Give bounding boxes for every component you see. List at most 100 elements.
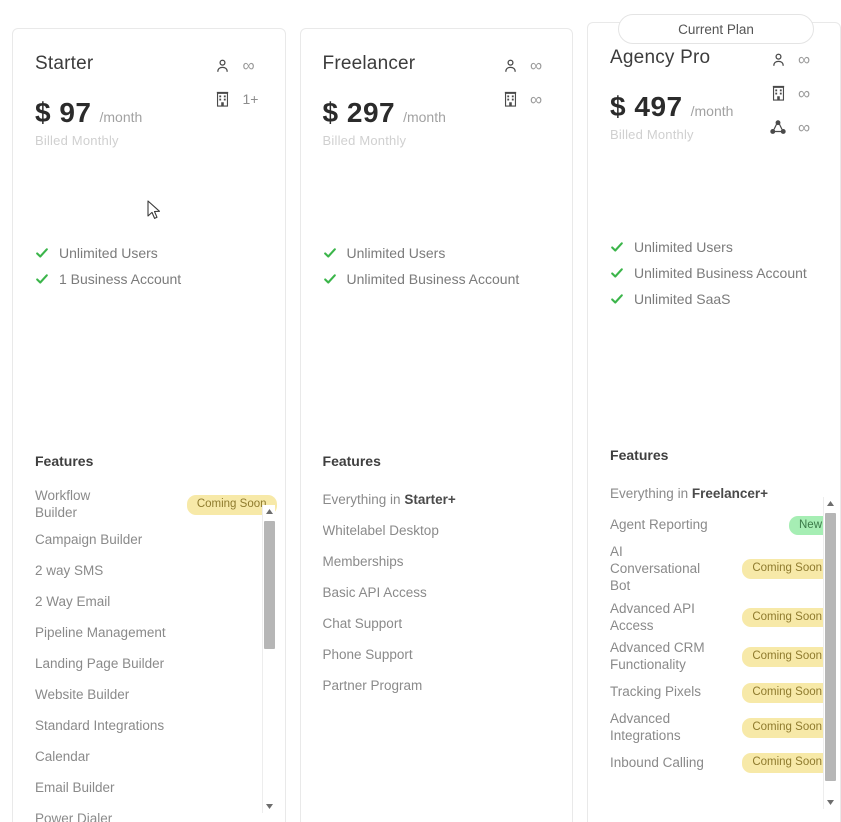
feature-label: Advanced Integrations — [610, 711, 681, 743]
feature-badge: Coming Soon — [742, 559, 833, 580]
features-heading: Features — [610, 447, 669, 463]
feature-row: Tracking Pixels Coming Soon — [610, 677, 833, 708]
feature-row: Landing Page Builder — [35, 649, 277, 680]
quota-row: ∞ — [500, 55, 550, 75]
quota-value: ∞ — [798, 83, 811, 103]
pricing-page: Starter $ 97/month Billed Monthly ∞ 1+ Unlimi… — [0, 0, 841, 822]
include-label: 1 Business Account — [59, 271, 182, 287]
feature-row: 2 way SMS — [35, 556, 277, 587]
include-item: Unlimited SaaS — [610, 291, 818, 307]
feature-row: Advanced Integrations Coming Soon — [610, 708, 833, 748]
feature-badge: Coming Soon — [742, 718, 833, 738]
feature-row: Basic API Access — [323, 578, 565, 609]
feature-label: Workflow Builder — [35, 488, 91, 520]
check-icon — [35, 246, 49, 260]
feature-row: Everything in Starter+ — [323, 485, 565, 516]
plan-card-body: Starter $ 97/month Billed Monthly ∞ 1+ Unlimi… — [13, 29, 285, 822]
plan-card-body: Agency Pro $ 497/month Billed Monthly ∞ ∞ ∞ Un… — [588, 23, 840, 822]
quota-row: ∞ — [768, 117, 818, 137]
plan-card-starter: Starter $ 97/month Billed Monthly ∞ 1+ Unlimi… — [12, 28, 286, 822]
feature-row: Partner Program — [323, 671, 565, 702]
features-scroll-area[interactable]: Everything in Freelancer+ Agent Reporting… — [610, 479, 833, 822]
feature-row: Website Builder — [35, 680, 277, 711]
feature-label-emphasis: Freelancer+ — [691, 486, 769, 502]
feature-label: Phone Support — [322, 647, 413, 663]
features-scroll-area[interactable]: Everything in Starter+ Whitelabel Desktop… — [323, 485, 565, 822]
check-icon — [610, 240, 624, 254]
include-label: Unlimited Business Account — [346, 271, 520, 287]
feature-label-text: Everything in — [610, 486, 692, 502]
check-icon — [35, 272, 49, 286]
scroll-thumb[interactable] — [264, 521, 275, 649]
feature-label: Tracking Pixels — [610, 684, 702, 700]
plan-quota-list: ∞ ∞ — [500, 55, 550, 109]
scroll-down-arrow[interactable] — [824, 796, 837, 809]
quota-row: 1+ — [213, 89, 263, 109]
plan-includes-list: Unlimited Users Unlimited Business Accoun… — [323, 245, 551, 287]
scroll-up-arrow[interactable] — [824, 497, 837, 510]
feature-row: Advanced API Access Coming Soon — [610, 598, 833, 638]
feature-label: AI Conversational Bot — [610, 544, 701, 593]
feature-label: Everything in Starter+ — [323, 492, 565, 509]
feature-row: Chat Support — [323, 609, 565, 640]
include-label: Unlimited Users — [634, 239, 733, 255]
feature-row: Memberships — [323, 547, 565, 578]
building-icon — [213, 89, 233, 109]
features-list: Everything in Freelancer+ Agent Reporting… — [610, 479, 833, 779]
plan-card-body: Freelancer $ 297/month Billed Monthly ∞ ∞ Unl… — [301, 29, 573, 822]
feature-row: Whitelabel Desktop — [323, 516, 565, 547]
plan-price: $ 297 — [322, 97, 396, 128]
quota-row: ∞ — [768, 83, 818, 103]
quota-row: ∞ — [768, 49, 818, 69]
scroll-thumb[interactable] — [825, 513, 837, 781]
feature-row: Inbound Calling Coming Soon — [610, 748, 833, 779]
feature-badge: Coming Soon — [742, 682, 833, 703]
features-scrollbar[interactable] — [262, 505, 275, 813]
feature-label: Landing Page Builder — [35, 655, 165, 671]
include-item: Unlimited Business Account — [610, 265, 818, 281]
feature-label: Power Dialer — [35, 810, 113, 822]
include-item: Unlimited Business Account — [323, 271, 551, 287]
check-icon — [323, 246, 337, 260]
scroll-down-arrow[interactable] — [263, 800, 276, 813]
feature-label: Email Builder — [35, 779, 115, 795]
features-list: Workflow Builder Coming Soon Campaign Buil… — [35, 485, 277, 822]
plan-price-period: /month — [690, 103, 734, 119]
scroll-up-arrow[interactable] — [263, 505, 276, 518]
current-plan-badge[interactable]: Current Plan — [618, 14, 814, 44]
include-item: Unlimited Users — [35, 245, 263, 261]
check-icon — [610, 292, 624, 306]
plan-header: Agency Pro $ 497/month Billed Monthly ∞ ∞ ∞ — [610, 47, 818, 187]
feature-row: Advanced CRM Functionality Coming Soon — [610, 637, 833, 677]
feature-label: Memberships — [322, 554, 404, 570]
plan-billing-note: Billed Monthly — [322, 133, 407, 148]
feature-label: Advanced CRM Functionality — [610, 640, 705, 673]
plan-billing-note: Billed Monthly — [35, 133, 119, 148]
feature-row: 2 Way Email — [35, 587, 277, 618]
feature-label: 2 way SMS — [35, 562, 104, 578]
feature-label: Basic API Access — [322, 585, 427, 601]
user-icon — [213, 55, 233, 75]
include-label: Unlimited Users — [346, 245, 446, 261]
plan-price-period: /month — [99, 109, 143, 125]
quota-value: ∞ — [798, 117, 811, 137]
plan-price-period: /month — [403, 109, 446, 125]
quota-row: ∞ — [213, 55, 263, 75]
current-plan-label: Current Plan — [678, 21, 754, 37]
feature-badge: Coming Soon — [742, 607, 833, 628]
quota-value: ∞ — [530, 55, 543, 75]
quota-value: ∞ — [798, 49, 811, 69]
check-icon — [610, 266, 624, 280]
plan-header: Freelancer $ 297/month Billed Monthly ∞ ∞ — [323, 53, 551, 193]
feature-label: Calendar — [35, 748, 90, 764]
feature-label-text: Everything in — [322, 492, 405, 508]
features-scrollbar[interactable] — [823, 497, 837, 809]
feature-label: Everything in Freelancer+ — [610, 486, 832, 503]
feature-row: AI Conversational Bot Coming Soon — [610, 541, 833, 598]
feature-label: Inbound Calling — [610, 754, 704, 770]
features-scroll-area[interactable]: Workflow Builder Coming Soon Campaign Buil… — [35, 485, 277, 822]
feature-label: Agent Reporting — [610, 517, 708, 533]
plan-card-agency-pro: Agency Pro $ 497/month Billed Monthly ∞ ∞ ∞ Un… — [587, 22, 841, 822]
feature-label: Standard Integrations — [35, 717, 165, 733]
quota-value: ∞ — [530, 89, 543, 109]
